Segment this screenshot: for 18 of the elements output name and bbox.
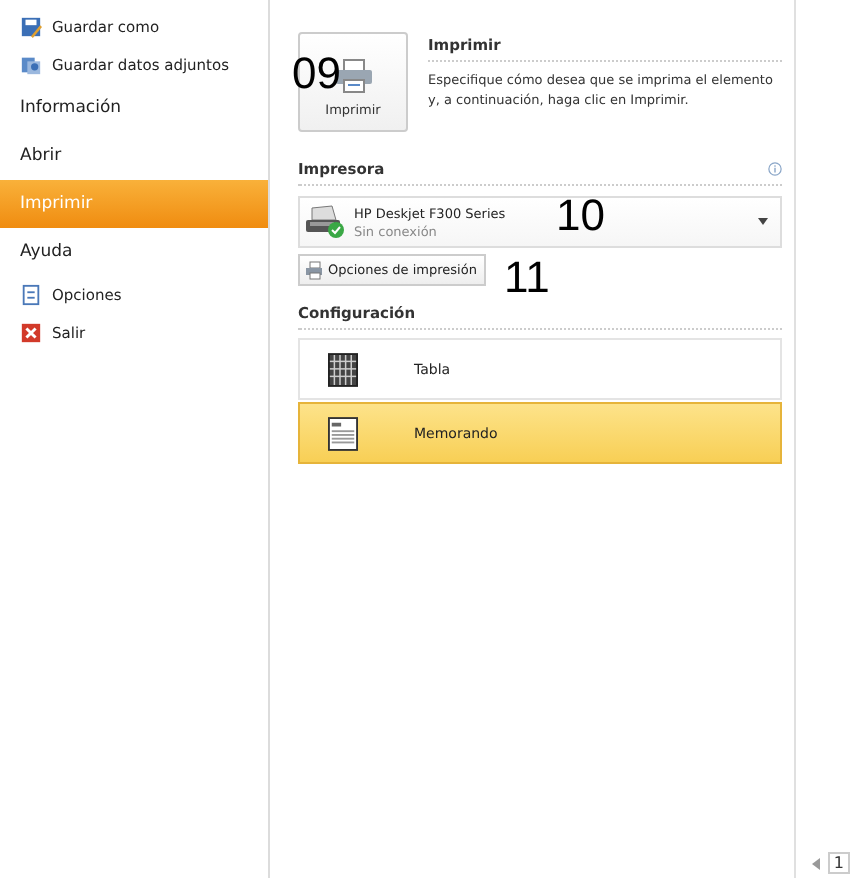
close-icon bbox=[20, 322, 42, 344]
callout-number: 11 bbox=[504, 256, 550, 300]
printer-icon bbox=[304, 260, 324, 280]
document-icon bbox=[20, 284, 42, 306]
caret-icon bbox=[758, 218, 768, 226]
menu-tab[interactable]: Información bbox=[0, 84, 268, 132]
menu-tab[interactable]: Abrir bbox=[0, 132, 268, 180]
callout-number: 09 bbox=[292, 52, 341, 96]
table-icon bbox=[328, 351, 358, 387]
printer-icon bbox=[304, 204, 348, 240]
callout-number: 10 bbox=[556, 194, 605, 238]
info-icon[interactable] bbox=[768, 162, 782, 176]
page-number-field[interactable]: 1 bbox=[827, 852, 850, 874]
attachment-icon bbox=[20, 54, 42, 76]
memo-icon bbox=[328, 415, 358, 451]
previous-page-icon[interactable] bbox=[811, 857, 820, 869]
save-icon bbox=[20, 16, 42, 38]
menu-tab[interactable]: Ayuda bbox=[0, 228, 268, 276]
